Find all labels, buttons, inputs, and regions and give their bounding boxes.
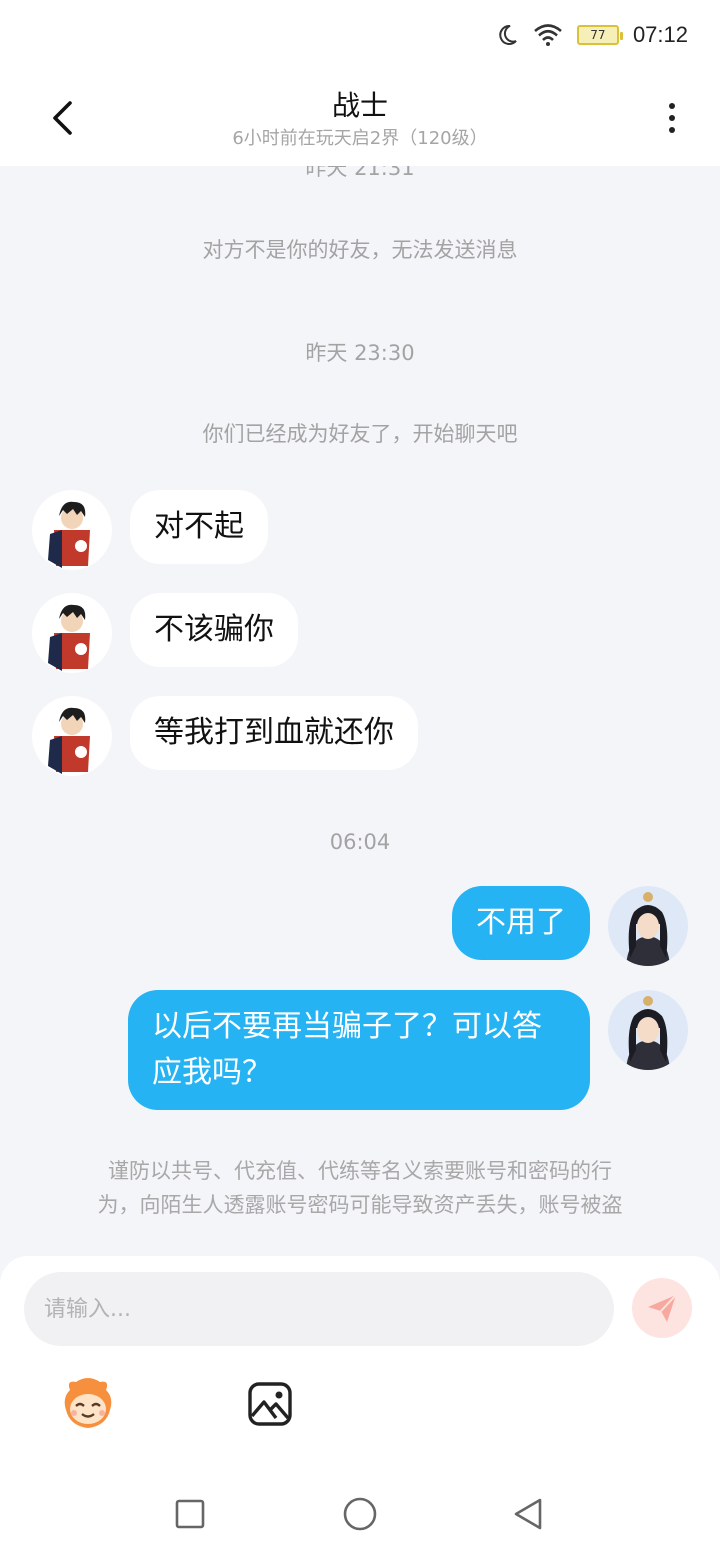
- system-back-button[interactable]: [508, 1494, 548, 1534]
- contact-avatar[interactable]: [32, 696, 112, 776]
- wifi-icon: [533, 23, 563, 47]
- send-button[interactable]: [632, 1278, 692, 1338]
- image-button[interactable]: [246, 1380, 294, 1428]
- contact-name: 战士: [331, 89, 388, 122]
- home-icon: [343, 1497, 377, 1531]
- system-notice: 你们已经成为好友了，开始聊天吧: [202, 422, 518, 446]
- more-vertical-icon: [669, 103, 675, 109]
- moon-icon: [495, 23, 519, 47]
- message-text-line: 以后不要再当骗子了？可以答: [152, 1009, 542, 1044]
- timestamp: 昨天 23:30: [305, 341, 415, 365]
- message-bubble-incoming[interactable]: 等我打到血就还你: [130, 696, 418, 770]
- status-time: 07:12: [632, 22, 688, 47]
- self-avatar[interactable]: [608, 886, 688, 966]
- contact-avatar[interactable]: [32, 593, 112, 673]
- more-vertical-icon-dot: [669, 115, 675, 121]
- safety-disclaimer: 谨防以共号、代充值、代练等名义索要账号和密码的行 为，向陌生人透露账号密码可能导…: [40, 1154, 680, 1222]
- recent-apps-icon: [175, 1499, 205, 1529]
- message-text-line: 应我吗？: [152, 1055, 272, 1090]
- status-bar: 77 07:12: [0, 0, 720, 70]
- battery-icon: 77: [576, 25, 623, 45]
- message-bubble-outgoing[interactable]: 不用了: [452, 886, 590, 960]
- more-options-button[interactable]: [652, 98, 692, 138]
- message-list[interactable]: 昨天 21:31 对方不是你的好友，无法发送消息 昨天 23:30 你们已经成为…: [0, 166, 720, 1256]
- timestamp: 06:04: [329, 830, 391, 854]
- recent-apps-button[interactable]: [170, 1494, 210, 1534]
- emoji-icon: [64, 1378, 112, 1428]
- contact-avatar[interactable]: [32, 490, 112, 570]
- message-bubble-outgoing[interactable]: 以后不要再当骗子了？可以答 应我吗？: [128, 990, 590, 1110]
- chat-header: 战士 6小时前在玩天启2界（120级）: [0, 70, 720, 166]
- message-bubble-incoming[interactable]: 对不起: [130, 490, 268, 564]
- emoji-button[interactable]: [60, 1376, 116, 1432]
- image-icon: [248, 1382, 292, 1426]
- disclaimer-line: 谨防以共号、代充值、代练等名义索要账号和密码的行: [108, 1159, 612, 1183]
- back-triangle-icon: [514, 1498, 542, 1530]
- disclaimer-line: 为，向陌生人透露账号密码可能导致资产丢失，账号被盗: [97, 1193, 623, 1217]
- more-vertical-icon-dot: [669, 127, 675, 133]
- message-bubble-incoming[interactable]: 不该骗你: [130, 593, 298, 667]
- message-input[interactable]: [24, 1272, 614, 1346]
- battery-level: 77: [590, 28, 606, 42]
- timestamp-partial: 昨天 21:31: [305, 166, 415, 180]
- contact-status: 6小时前在玩天启2界（120级）: [232, 128, 488, 149]
- home-button[interactable]: [340, 1494, 380, 1534]
- self-avatar[interactable]: [608, 990, 688, 1070]
- paper-plane-icon: [648, 1294, 677, 1322]
- system-nav-bar: [0, 1480, 720, 1544]
- system-notice: 对方不是你的好友，无法发送消息: [202, 238, 518, 262]
